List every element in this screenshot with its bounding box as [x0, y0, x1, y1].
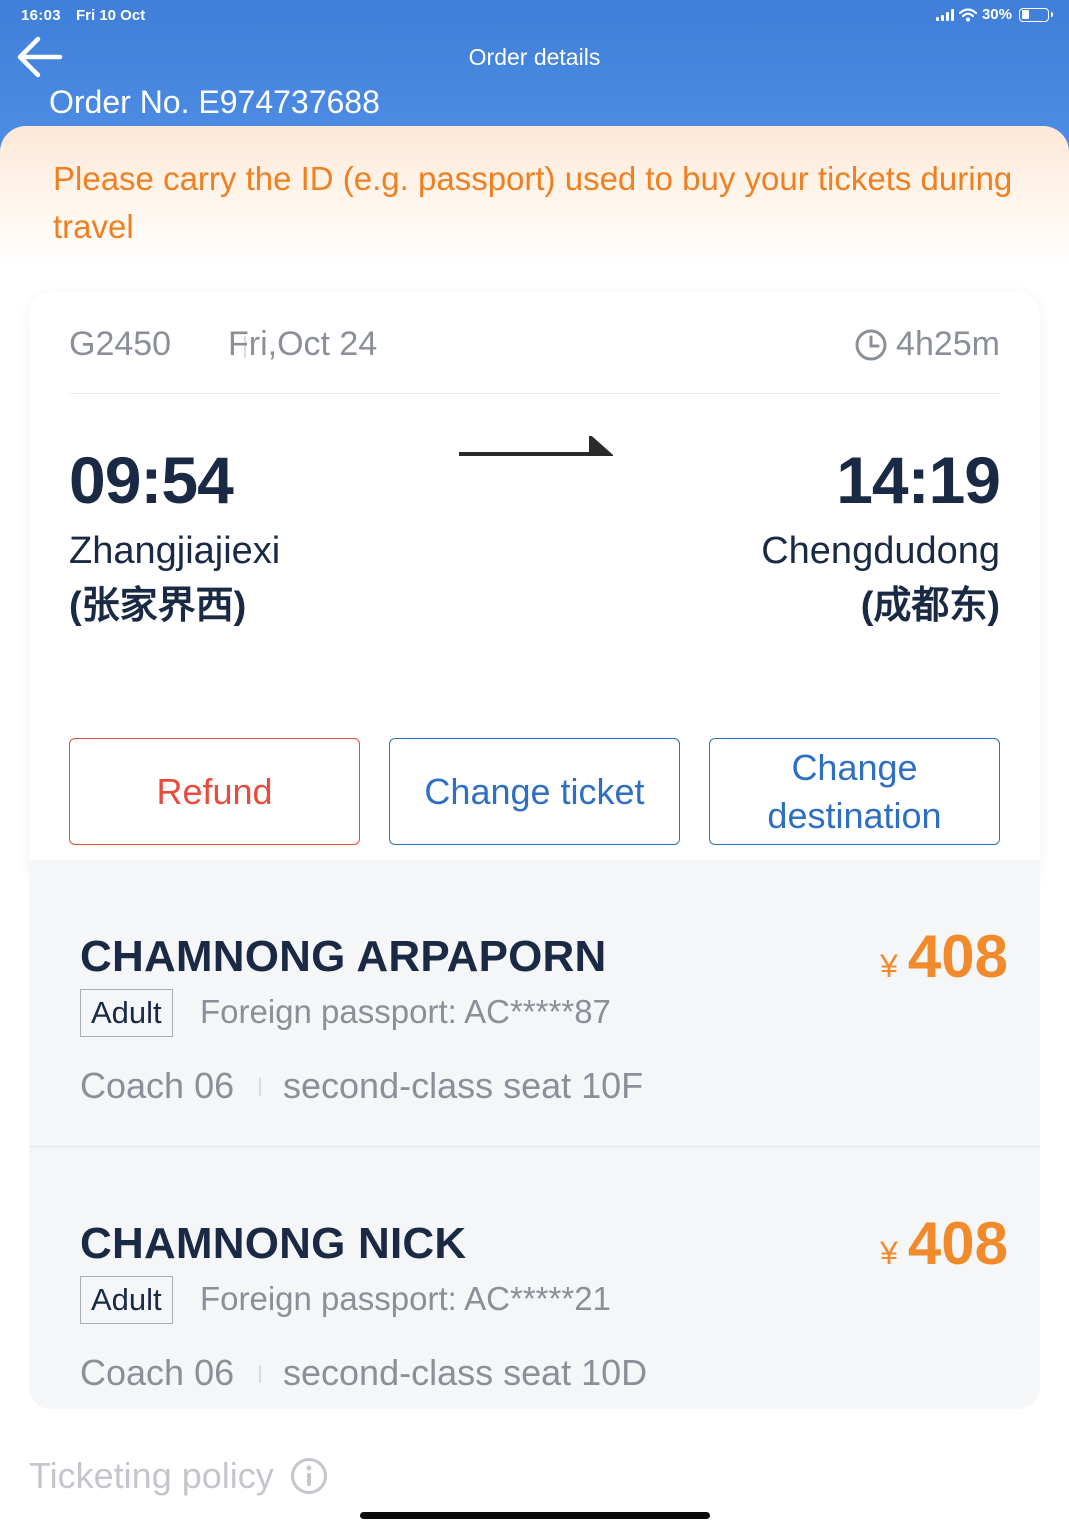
coach-number: Coach 06	[80, 1065, 235, 1106]
passenger-name: CHAMNONG NICK	[80, 1219, 467, 1268]
seat-info: second-class seat 10D	[283, 1352, 648, 1393]
separator	[259, 1078, 261, 1096]
price-amount: 408	[907, 923, 1008, 990]
ticket-price: ¥ 408	[880, 1209, 1008, 1278]
passenger-name: CHAMNONG ARPAPORN	[80, 932, 607, 981]
trip-card: G2450 Fri,Oct 24 4h25m 09:54 14:19 Zhang…	[29, 292, 1040, 884]
trip-duration: 4h25m	[854, 325, 1000, 364]
passenger-type-badge: Adult	[80, 989, 173, 1037]
cellular-signal-icon	[935, 8, 954, 21]
battery-icon	[1019, 7, 1053, 22]
change-ticket-button[interactable]: Change ticket	[389, 738, 680, 845]
direction-arrow-icon	[459, 436, 613, 456]
arrival-time: 14:19	[836, 443, 1001, 517]
travel-date: Fri,Oct 24	[228, 325, 378, 363]
departure-station-cn: (张家界西)	[69, 585, 247, 627]
coach-number: Coach 06	[80, 1352, 235, 1393]
trip-header: G2450 Fri,Oct 24 4h25m	[69, 322, 1000, 394]
arrival-station-cn: (成都东)	[860, 585, 1000, 627]
passenger-item: CHAMNONG ARPAPORN ¥ 408 Adult Foreign pa…	[29, 860, 1040, 1122]
status-time: 16:03	[21, 7, 61, 24]
currency-symbol: ¥	[880, 1235, 898, 1271]
change-destination-button[interactable]: Change destination	[709, 738, 1000, 845]
info-icon	[290, 1458, 327, 1494]
price-amount: 408	[907, 1210, 1008, 1277]
departure-station: Zhangjiajiexi (张家界西)	[69, 524, 309, 634]
page-title: Order details	[468, 44, 601, 70]
order-number: Order No. E974737688	[49, 84, 380, 120]
separator	[259, 1365, 261, 1383]
status-indicators: 30%	[935, 6, 1053, 23]
battery-percent: 30%	[981, 6, 1012, 23]
duration-text: 4h25m	[896, 325, 1000, 363]
arrival-station: Chengdudong (成都东)	[760, 524, 1000, 634]
ticketing-policy-label: Ticketing policy	[29, 1455, 274, 1496]
seat-info: second-class seat 10F	[283, 1065, 644, 1106]
wifi-icon	[958, 7, 977, 21]
arrival-station-name: Chengdudong	[761, 530, 1000, 572]
currency-symbol: ¥	[880, 948, 898, 984]
passport-number: Foreign passport: AC*****87	[200, 993, 611, 1030]
passport-number: Foreign passport: AC*****21	[200, 1280, 611, 1317]
home-indicator[interactable]	[360, 1512, 710, 1519]
departure-time: 09:54	[69, 443, 234, 517]
departure-station-name: Zhangjiajiexi	[69, 530, 281, 572]
status-date: Fri 10 Oct	[76, 7, 146, 24]
passenger-list: CHAMNONG ARPAPORN ¥ 408 Adult Foreign pa…	[29, 860, 1040, 1409]
passenger-type-badge: Adult	[80, 1276, 173, 1324]
train-number: G2450	[69, 325, 172, 363]
ticket-price: ¥ 408	[880, 922, 1008, 991]
refund-button[interactable]: Refund	[69, 738, 360, 845]
clock-icon	[855, 329, 887, 360]
id-notice-text: Please carry the ID (e.g. passport) used…	[53, 160, 1013, 245]
passenger-item: CHAMNONG NICK ¥ 408 Adult Foreign passpo…	[29, 1146, 1040, 1408]
ticketing-policy-link[interactable]: Ticketing policy	[29, 1455, 328, 1497]
